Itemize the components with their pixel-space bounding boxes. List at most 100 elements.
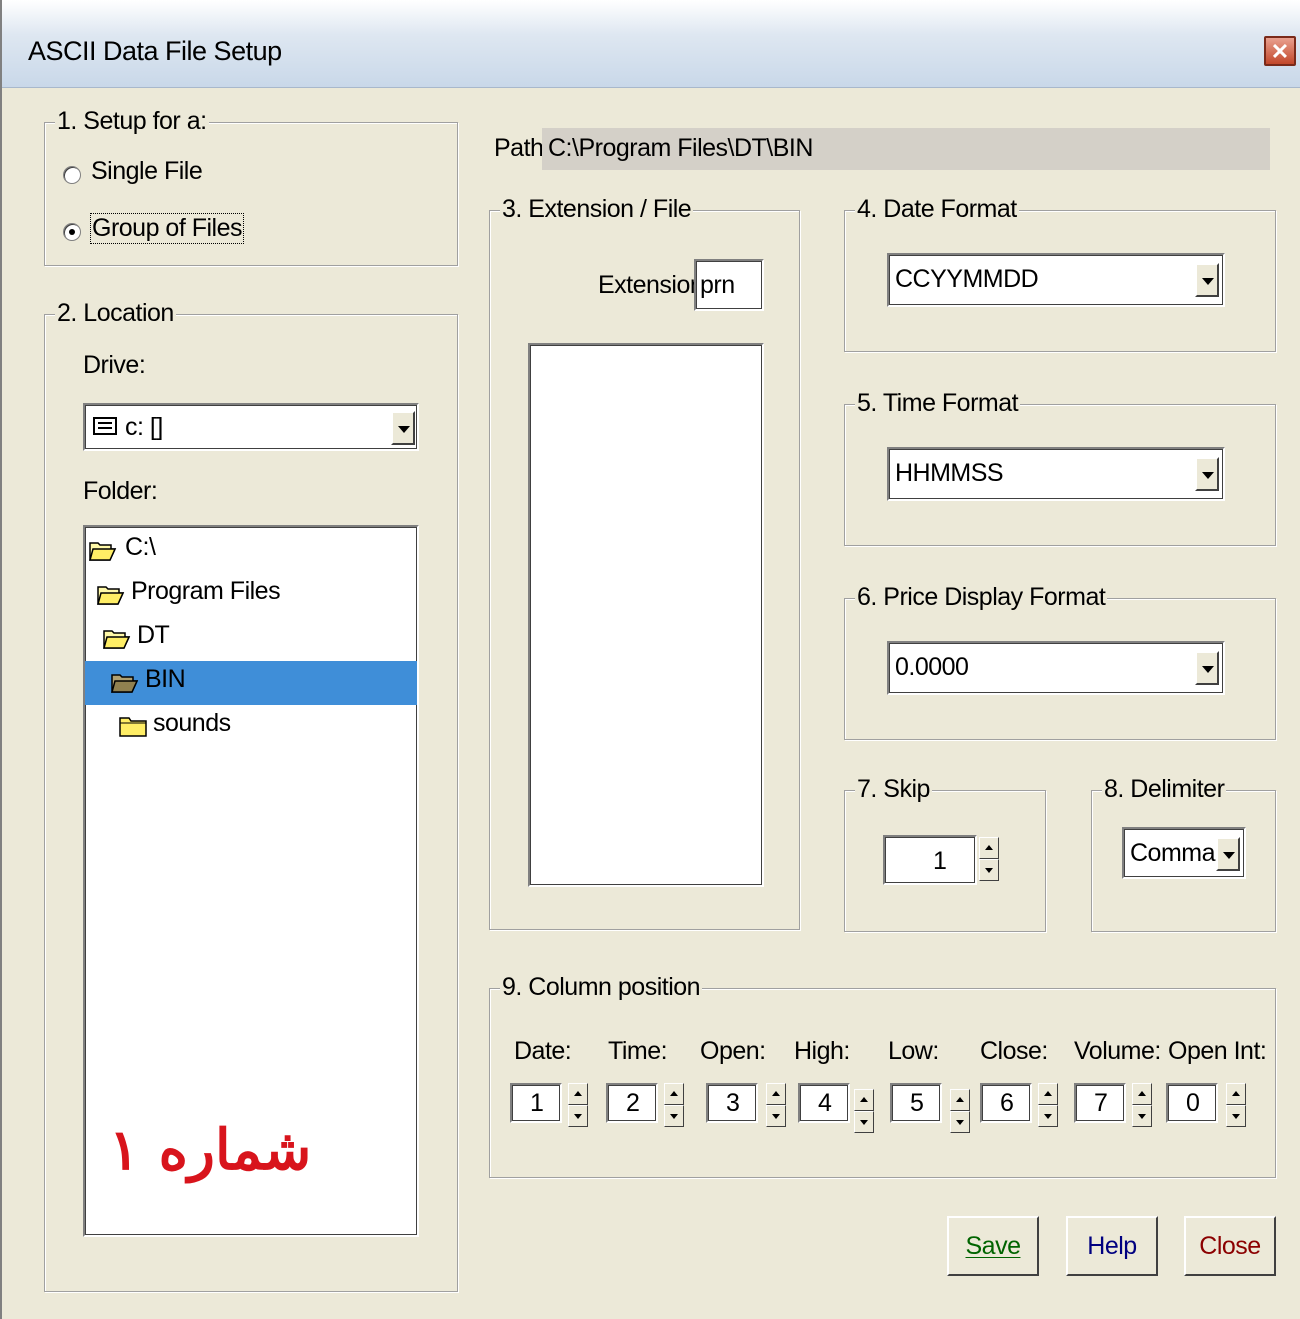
column-input-date[interactable]: 1: [510, 1083, 562, 1123]
column-label-open: Open:: [700, 1037, 766, 1065]
time-format-dropdown-button[interactable]: [1195, 457, 1219, 491]
column-value: 6: [1000, 1089, 1014, 1117]
column-spinner-open-int[interactable]: [1226, 1083, 1246, 1127]
column-value: 4: [818, 1089, 832, 1117]
column-spinner-high[interactable]: [854, 1089, 874, 1133]
save-button-label: Save: [965, 1232, 1021, 1260]
close-button[interactable]: Close: [1184, 1216, 1276, 1276]
tree-item-c[interactable]: C:\: [89, 529, 415, 573]
price-format-select[interactable]: 0.0000: [887, 641, 1225, 695]
date-format-dropdown-button[interactable]: [1195, 263, 1219, 297]
extension-legend: 3. Extension / File: [500, 195, 694, 224]
column-input-volume[interactable]: 7: [1074, 1083, 1126, 1123]
drive-select[interactable]: c: []: [83, 403, 419, 451]
price-format-value: 0.0000: [895, 653, 969, 681]
column-input-low[interactable]: 5: [890, 1083, 942, 1123]
column-input-open-int[interactable]: 0: [1166, 1083, 1218, 1123]
folder-tree[interactable]: C:\ Program Files DT BIN sounds شماره ۱: [83, 525, 419, 1237]
location-group: 2. Location Drive: c: [] Folder: C:\ Pro: [44, 299, 458, 1292]
close-icon: ✕: [1270, 39, 1290, 64]
close-window-button[interactable]: ✕: [1264, 36, 1296, 66]
spin-down-icon[interactable]: [1226, 1105, 1246, 1127]
spin-down-icon[interactable]: [766, 1105, 786, 1127]
extension-input[interactable]: prn: [694, 259, 764, 311]
date-format-select[interactable]: CCYYMMDD: [887, 253, 1225, 307]
drive-label: Drive:: [83, 351, 146, 379]
spin-up-icon[interactable]: [854, 1089, 874, 1111]
group-of-files-label[interactable]: Group of Files: [89, 213, 245, 244]
skip-legend: 7. Skip: [855, 775, 932, 804]
tree-item-program-files[interactable]: Program Files: [97, 573, 415, 617]
tree-item-dt[interactable]: DT: [103, 617, 415, 661]
column-input-high[interactable]: 4: [798, 1083, 850, 1123]
file-list[interactable]: [528, 343, 764, 887]
spin-up-icon[interactable]: [664, 1083, 684, 1105]
column-spinner-low[interactable]: [950, 1089, 970, 1133]
tree-item-label: C:\: [125, 533, 156, 561]
column-label-open-int: Open Int:: [1168, 1037, 1267, 1065]
spin-up-icon[interactable]: [568, 1083, 588, 1105]
extension-value: prn: [700, 271, 735, 299]
save-button[interactable]: Save: [947, 1216, 1039, 1276]
help-button-label: Help: [1087, 1232, 1137, 1260]
column-spinner-close[interactable]: [1038, 1083, 1058, 1127]
single-file-label[interactable]: Single File: [91, 157, 203, 186]
column-input-time[interactable]: 2: [606, 1083, 658, 1123]
spin-down-icon[interactable]: [1132, 1105, 1152, 1127]
folder-icon: [119, 717, 147, 737]
price-format-group: 6. Price Display Format 0.0000: [844, 583, 1276, 740]
column-label-date: Date:: [514, 1037, 572, 1065]
spin-up-icon[interactable]: [979, 837, 999, 859]
spin-up-icon[interactable]: [1038, 1083, 1058, 1105]
spin-down-icon[interactable]: [854, 1111, 874, 1133]
delimiter-legend: 8. Delimiter: [1102, 775, 1227, 804]
extension-group: 3. Extension / File Extension: prn: [489, 195, 800, 930]
drive-icon: [93, 417, 117, 435]
skip-input[interactable]: 1: [883, 835, 977, 885]
spin-down-icon[interactable]: [950, 1111, 970, 1133]
help-button[interactable]: Help: [1066, 1216, 1158, 1276]
skip-spinner[interactable]: [979, 837, 999, 881]
time-format-value: HHMMSS: [895, 459, 1004, 487]
spin-up-icon[interactable]: [766, 1083, 786, 1105]
spin-up-icon[interactable]: [1132, 1083, 1152, 1105]
single-file-radio[interactable]: [63, 166, 81, 184]
column-spinner-volume[interactable]: [1132, 1083, 1152, 1127]
close-button-label: Close: [1199, 1232, 1261, 1260]
column-spinner-date[interactable]: [568, 1083, 588, 1127]
location-legend: 2. Location: [55, 299, 176, 328]
column-spinner-time[interactable]: [664, 1083, 684, 1127]
column-position-group: 9. Column position Date: 1 Time: 2 Open:…: [489, 973, 1276, 1178]
column-value: 0: [1186, 1089, 1200, 1117]
path-value: C:\Program Files\DT\BIN: [548, 134, 813, 162]
column-spinner-open[interactable]: [766, 1083, 786, 1127]
tree-item-bin[interactable]: BIN: [85, 661, 417, 705]
spin-down-icon[interactable]: [979, 859, 999, 881]
group-of-files-radio[interactable]: [63, 223, 81, 241]
skip-group: 7. Skip 1: [844, 775, 1046, 932]
spin-down-icon[interactable]: [568, 1105, 588, 1127]
dialog-content: 1. Setup for a: Single File Group of Fil…: [2, 88, 1300, 1319]
drive-dropdown-button[interactable]: [391, 411, 415, 445]
spin-down-icon[interactable]: [664, 1105, 684, 1127]
delimiter-dropdown-button[interactable]: [1216, 837, 1240, 871]
open-folder-icon: [111, 674, 139, 693]
spin-up-icon[interactable]: [1226, 1083, 1246, 1105]
spin-down-icon[interactable]: [1038, 1105, 1058, 1127]
tree-item-sounds[interactable]: sounds: [119, 705, 415, 749]
column-input-open[interactable]: 3: [706, 1083, 758, 1123]
column-value: 1: [530, 1089, 544, 1117]
title-bar[interactable]: ASCII Data File Setup ✕: [2, 0, 1300, 88]
spin-up-icon[interactable]: [950, 1089, 970, 1111]
time-format-group: 5. Time Format HHMMSS: [844, 389, 1276, 546]
date-format-value: CCYYMMDD: [895, 265, 1039, 293]
tree-item-label: BIN: [145, 665, 186, 693]
open-folder-icon: [97, 586, 125, 605]
watermark-stamp: شماره ۱: [109, 1117, 312, 1183]
column-label-high: High:: [794, 1037, 850, 1065]
time-format-select[interactable]: HHMMSS: [887, 447, 1225, 501]
price-format-dropdown-button[interactable]: [1195, 651, 1219, 685]
column-value: 2: [626, 1089, 640, 1117]
delimiter-select[interactable]: Comma: [1122, 827, 1246, 879]
column-input-close[interactable]: 6: [980, 1083, 1032, 1123]
